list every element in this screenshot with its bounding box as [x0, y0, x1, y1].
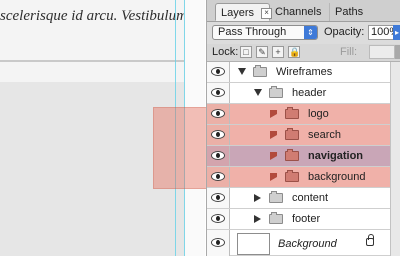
- folder-icon: [269, 212, 283, 224]
- lock-transparent-icon[interactable]: □: [240, 46, 252, 58]
- layer-name: footer: [292, 213, 321, 225]
- guide-line[interactable]: [175, 0, 176, 256]
- disclosure-triangle-icon[interactable]: [270, 110, 277, 118]
- layer-name: logo: [308, 108, 329, 120]
- layers-panel: Layers × Channels Paths Pass Through ⇕ O…: [206, 0, 400, 256]
- eye-icon[interactable]: [211, 193, 225, 202]
- visibility-toggle[interactable]: [207, 188, 230, 208]
- folder-icon: [269, 191, 283, 203]
- lock-position-icon[interactable]: +: [272, 46, 284, 58]
- folder-icon: [253, 65, 267, 77]
- disclosure-triangle-icon[interactable]: [270, 131, 277, 139]
- layer-row-navigation[interactable]: navigation: [207, 146, 400, 167]
- layer-row-header[interactable]: header: [207, 83, 400, 104]
- layer-row-footer[interactable]: footer: [207, 209, 400, 230]
- disclosure-triangle-icon[interactable]: [254, 215, 261, 223]
- layer-row-background[interactable]: Background: [207, 230, 400, 256]
- tab-paths[interactable]: Paths: [329, 3, 369, 21]
- layer-row-wireframes[interactable]: Wireframes: [207, 62, 400, 83]
- disclosure-triangle-icon[interactable]: [270, 173, 277, 181]
- fill-arrow-icon[interactable]: [395, 45, 400, 59]
- layer-name: navigation: [308, 150, 364, 162]
- layer-name: header: [292, 87, 327, 99]
- layer-name: content: [292, 192, 329, 204]
- layer-row-background-folder[interactable]: background: [207, 167, 400, 188]
- document-divider: [0, 60, 184, 62]
- panel-tabbar: Layers × Channels Paths: [207, 0, 400, 22]
- layer-name: background: [308, 171, 366, 183]
- folder-icon: [285, 107, 299, 119]
- layers-scrollbar[interactable]: [390, 62, 400, 256]
- eye-icon[interactable]: [211, 172, 225, 181]
- folder-icon: [285, 149, 299, 161]
- layer-name: Wireframes: [276, 66, 333, 78]
- visibility-toggle[interactable]: [207, 230, 230, 256]
- fill-input[interactable]: [369, 45, 395, 59]
- tab-channels-label: Channels: [275, 6, 322, 18]
- tab-paths-label: Paths: [335, 6, 364, 18]
- layer-name: Background: [278, 238, 337, 250]
- fill-label: Fill:: [340, 46, 358, 58]
- disclosure-triangle-icon[interactable]: [254, 89, 262, 96]
- layer-thumbnail: [237, 233, 270, 255]
- visibility-toggle[interactable]: [207, 83, 230, 103]
- visibility-toggle[interactable]: [207, 209, 230, 229]
- visibility-toggle[interactable]: [207, 146, 230, 166]
- lock-paint-icon[interactable]: ✎: [256, 46, 268, 58]
- tab-layers[interactable]: Layers ×: [215, 3, 273, 21]
- disclosure-triangle-icon[interactable]: [238, 68, 246, 75]
- eye-icon[interactable]: [211, 151, 225, 160]
- folder-icon: [269, 86, 283, 98]
- tab-channels[interactable]: Channels: [275, 3, 323, 21]
- layers-list: Wireframes header logo search navigation: [207, 62, 400, 256]
- opacity-input[interactable]: 100%: [368, 25, 399, 40]
- lock-toolbar: Lock: □ ✎ + 🔒 Fill:: [207, 44, 400, 62]
- layer-row-content[interactable]: content: [207, 188, 400, 209]
- close-icon[interactable]: ×: [261, 7, 273, 19]
- eye-icon[interactable]: [211, 238, 225, 247]
- opacity-label: Opacity:: [324, 26, 365, 38]
- eye-icon[interactable]: [211, 130, 225, 139]
- folder-icon: [285, 128, 299, 140]
- lock-label: Lock:: [212, 46, 239, 58]
- blend-mode-value: Pass Through: [218, 26, 287, 38]
- eye-icon[interactable]: [211, 214, 225, 223]
- visibility-toggle[interactable]: [207, 125, 230, 145]
- dropdown-arrow-icon[interactable]: ⇕: [304, 26, 317, 39]
- lock-all-icon[interactable]: 🔒: [288, 46, 300, 58]
- eye-icon[interactable]: [211, 109, 225, 118]
- disclosure-triangle-icon[interactable]: [254, 194, 261, 202]
- blend-toolbar: Pass Through ⇕ Opacity: 100% ▸: [207, 22, 400, 44]
- lock-icon: [366, 234, 374, 246]
- document-text: scelerisque id arcu. Vestibulum: [0, 8, 184, 24]
- blend-mode-select[interactable]: Pass Through ⇕: [212, 25, 318, 40]
- folder-icon: [285, 170, 299, 182]
- layer-name: search: [308, 129, 342, 141]
- eye-icon[interactable]: [211, 67, 225, 76]
- document-canvas[interactable]: scelerisque id arcu. Vestibulum: [0, 0, 205, 256]
- visibility-toggle[interactable]: [207, 104, 230, 124]
- eye-icon[interactable]: [211, 88, 225, 97]
- canvas-scroll-area[interactable]: [184, 0, 205, 256]
- tab-layers-label: Layers: [221, 7, 255, 19]
- layer-row-logo[interactable]: logo: [207, 104, 400, 125]
- layer-row-search[interactable]: search: [207, 125, 400, 146]
- visibility-toggle[interactable]: [207, 167, 230, 187]
- opacity-arrow-icon[interactable]: ▸: [393, 25, 400, 40]
- visibility-toggle[interactable]: [207, 62, 230, 82]
- document-gray-block: [0, 82, 184, 256]
- disclosure-triangle-icon[interactable]: [270, 152, 277, 160]
